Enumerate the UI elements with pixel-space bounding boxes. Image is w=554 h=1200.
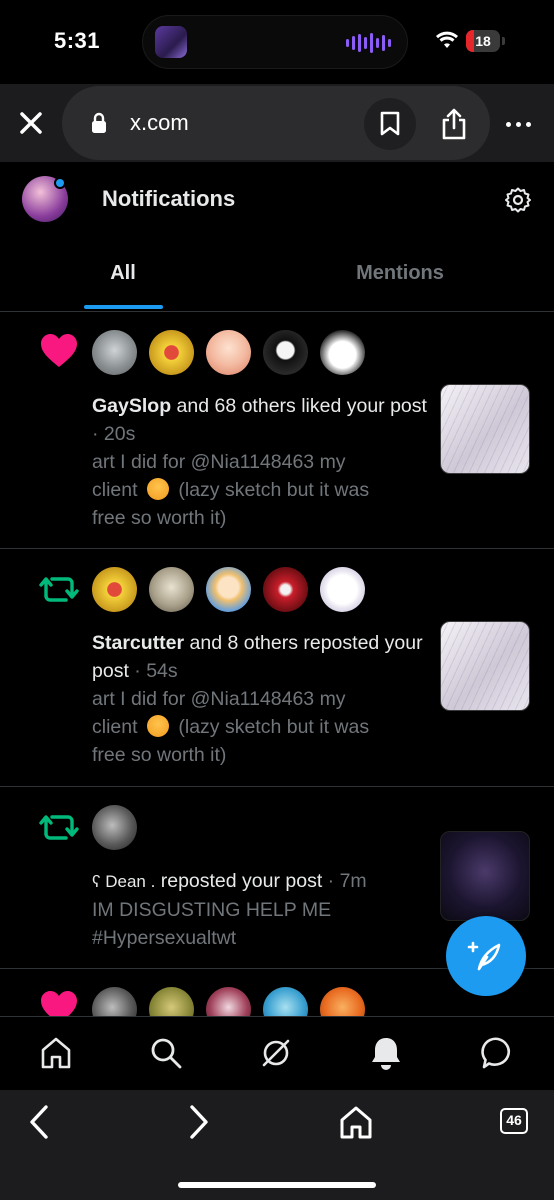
actor-name[interactable]: GaySlop [92, 395, 171, 417]
avatar[interactable] [320, 567, 365, 612]
page-title: Notifications [102, 186, 236, 211]
bookmark-button[interactable] [364, 98, 416, 150]
post-snippet: art I did for @Nia1148463 my client (laz… [92, 688, 370, 766]
home-indicator[interactable] [178, 1182, 376, 1188]
settings-icon[interactable] [504, 186, 532, 214]
avatar[interactable] [320, 330, 365, 375]
actor-name[interactable]: Starcutter [92, 632, 184, 654]
post-thumbnail[interactable] [440, 621, 530, 711]
notification-text: GaySlop and 68 others liked your post · … [92, 392, 428, 532]
search-icon[interactable] [148, 1035, 184, 1071]
battery-level: 18 [475, 33, 491, 49]
compose-icon [467, 941, 501, 971]
active-tab-indicator [84, 305, 163, 309]
status-bar: 5:31 18 [0, 0, 554, 84]
address-bar[interactable]: x.com [62, 86, 490, 160]
post-thumbnail[interactable] [440, 831, 530, 921]
avatar[interactable] [206, 987, 251, 1016]
repost-icon [39, 815, 79, 840]
shush-face-emoji [146, 478, 169, 500]
unread-dot [54, 177, 66, 189]
now-playing-app-icon [155, 26, 187, 58]
notification-text: ʕ Dean . reposted your post · 7m IM DISG… [92, 867, 428, 952]
url-text: x.com [130, 110, 189, 135]
avatar-row [92, 567, 365, 612]
tabs-button[interactable]: 46 [500, 1108, 528, 1134]
avatar-row [92, 987, 365, 1016]
notification-item[interactable]: GaySlop and 68 others liked your post · … [0, 312, 554, 549]
dynamic-island[interactable] [142, 15, 408, 69]
wifi-icon [436, 31, 458, 48]
notification-action: reposted your post [155, 870, 323, 892]
bottom-navigation [0, 1016, 554, 1090]
repost-icon [39, 577, 79, 602]
forward-icon[interactable] [178, 1102, 218, 1142]
grok-icon[interactable] [258, 1035, 294, 1071]
timestamp: · 54s [128, 660, 178, 682]
post-thumbnail[interactable] [440, 384, 530, 474]
home-icon[interactable] [38, 1035, 74, 1071]
avatar[interactable] [92, 330, 137, 375]
avatar[interactable] [92, 987, 137, 1016]
avatar[interactable] [263, 330, 308, 375]
lock-icon [92, 112, 106, 133]
browser-toolbar: x.com [0, 84, 554, 162]
avatar[interactable] [263, 987, 308, 1016]
heart-icon [41, 991, 77, 1016]
more-icon[interactable] [506, 114, 540, 134]
avatar[interactable] [149, 330, 194, 375]
back-icon[interactable] [20, 1102, 60, 1142]
audio-waveform-icon [346, 33, 391, 53]
battery-indicator: 18 [466, 30, 500, 52]
timestamp: · 7m [322, 870, 367, 892]
share-button[interactable] [428, 98, 480, 150]
notification-item[interactable]: Starcutter and 8 others reposted your po… [0, 549, 554, 787]
avatar-row [92, 330, 365, 375]
compose-button[interactable] [446, 916, 526, 996]
avatar[interactable] [92, 567, 137, 612]
close-icon[interactable] [14, 106, 48, 140]
heart-icon [41, 334, 77, 367]
shush-face-emoji [146, 715, 169, 737]
post-snippet: art I did for @Nia1148463 my client (laz… [92, 451, 370, 529]
avatar[interactable] [263, 567, 308, 612]
home-icon[interactable] [336, 1102, 376, 1142]
avatar[interactable] [149, 987, 194, 1016]
tab-all[interactable]: All [0, 240, 246, 312]
notifications-header: Notifications [0, 162, 554, 240]
notification-tabs: All Mentions [0, 240, 554, 312]
avatar-row [92, 805, 137, 850]
avatar[interactable] [320, 987, 365, 1016]
notification-text: Starcutter and 8 others reposted your po… [92, 629, 428, 769]
messages-icon[interactable] [480, 1035, 516, 1071]
clock: 5:31 [54, 28, 101, 53]
share-icon [442, 108, 466, 140]
battery-nub [502, 37, 505, 45]
avatar[interactable] [92, 805, 137, 850]
bell-icon[interactable] [368, 1035, 404, 1071]
avatar[interactable] [206, 567, 251, 612]
avatar[interactable] [149, 567, 194, 612]
notification-action: and 68 others liked your post [171, 395, 427, 417]
tab-mentions[interactable]: Mentions [276, 240, 524, 312]
bookmark-icon [380, 111, 400, 136]
avatar[interactable] [206, 330, 251, 375]
timestamp: · 20s [92, 423, 136, 445]
actor-name[interactable]: ʕ Dean . [92, 872, 155, 891]
post-snippet: IM DISGUSTING HELP ME #Hypersexualtwt [92, 899, 332, 949]
